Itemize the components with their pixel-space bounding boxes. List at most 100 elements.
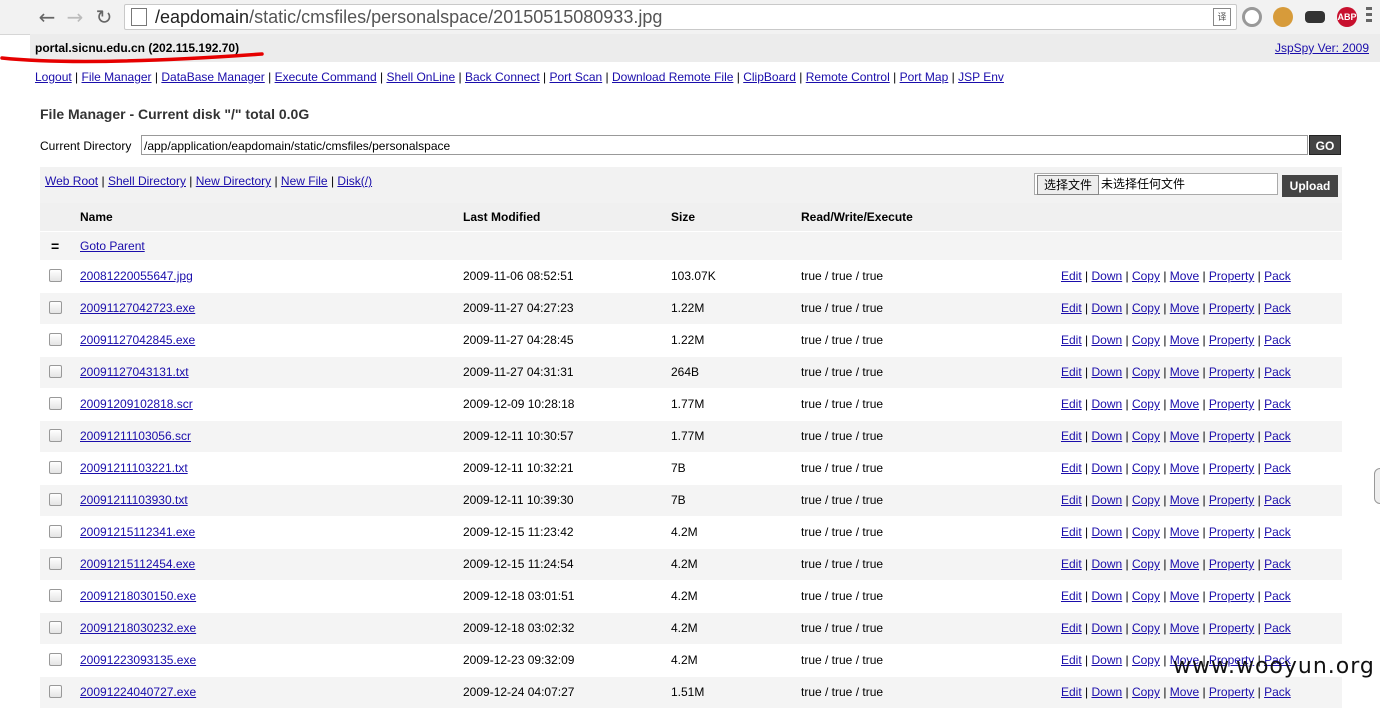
action-property-link[interactable]: Property (1209, 269, 1254, 283)
row-checkbox[interactable] (49, 269, 62, 283)
address-bar[interactable]: /eapdomain/static/cmsfiles/personalspace… (124, 4, 1237, 30)
action-down-link[interactable]: Down (1091, 429, 1122, 443)
action-move-link[interactable]: Move (1170, 557, 1199, 571)
extension-circle-icon[interactable] (1242, 7, 1262, 27)
row-checkbox[interactable] (49, 621, 62, 635)
action-edit-link[interactable]: Edit (1061, 333, 1082, 347)
file-name-link[interactable]: 20091127042845.exe (80, 325, 195, 355)
goto-parent-link[interactable]: Goto Parent (80, 232, 145, 260)
action-move-link[interactable]: Move (1170, 397, 1199, 411)
action-copy-link[interactable]: Copy (1132, 301, 1160, 315)
file-chooser[interactable]: 选择文件 未选择任何文件 (1034, 173, 1278, 195)
back-arrow-icon[interactable]: ← (36, 6, 58, 28)
action-edit-link[interactable]: Edit (1061, 589, 1082, 603)
forward-arrow-icon[interactable]: → (64, 6, 86, 28)
action-edit-link[interactable]: Edit (1061, 397, 1082, 411)
action-down-link[interactable]: Down (1091, 589, 1122, 603)
action-move-link[interactable]: Move (1170, 525, 1199, 539)
action-edit-link[interactable]: Edit (1061, 525, 1082, 539)
action-copy-link[interactable]: Copy (1132, 397, 1160, 411)
row-checkbox[interactable] (49, 429, 62, 443)
row-checkbox[interactable] (49, 653, 62, 667)
file-name-link[interactable]: 20091211103221.txt (80, 453, 188, 483)
action-pack-link[interactable]: Pack (1264, 621, 1291, 635)
action-move-link[interactable]: Move (1170, 685, 1199, 699)
action-property-link[interactable]: Property (1209, 525, 1254, 539)
action-edit-link[interactable]: Edit (1061, 269, 1082, 283)
action-property-link[interactable]: Property (1209, 493, 1254, 507)
action-pack-link[interactable]: Pack (1264, 557, 1291, 571)
nav-file-manager[interactable]: File Manager (82, 70, 152, 84)
nav-jsp-env[interactable]: JSP Env (958, 70, 1004, 84)
action-edit-link[interactable]: Edit (1061, 653, 1082, 667)
action-down-link[interactable]: Down (1091, 397, 1122, 411)
row-checkbox[interactable] (49, 333, 62, 347)
action-down-link[interactable]: Down (1091, 621, 1122, 635)
nav-clipboard[interactable]: ClipBoard (743, 70, 796, 84)
action-copy-link[interactable]: Copy (1132, 685, 1160, 699)
row-checkbox[interactable] (49, 301, 62, 315)
file-name-link[interactable]: 20081220055647.jpg (80, 261, 193, 291)
nav-shell-online[interactable]: Shell OnLine (386, 70, 455, 84)
adblock-icon[interactable]: ABP (1337, 7, 1357, 27)
nav-execute-command[interactable]: Execute Command (275, 70, 377, 84)
row-checkbox[interactable] (49, 461, 62, 475)
action-copy-link[interactable]: Copy (1132, 589, 1160, 603)
action-property-link[interactable]: Property (1209, 333, 1254, 347)
cookie-icon[interactable] (1273, 7, 1293, 27)
shell-directory-link[interactable]: Shell Directory (108, 174, 186, 188)
new-directory-link[interactable]: New Directory (196, 174, 271, 188)
action-copy-link[interactable]: Copy (1132, 365, 1160, 379)
action-move-link[interactable]: Move (1170, 461, 1199, 475)
row-checkbox[interactable] (49, 557, 62, 571)
action-pack-link[interactable]: Pack (1264, 685, 1291, 699)
action-edit-link[interactable]: Edit (1061, 685, 1082, 699)
action-pack-link[interactable]: Pack (1264, 461, 1291, 475)
action-copy-link[interactable]: Copy (1132, 429, 1160, 443)
current-directory-input[interactable]: /app/application/eapdomain/static/cmsfil… (141, 135, 1308, 155)
action-property-link[interactable]: Property (1209, 365, 1254, 379)
row-checkbox[interactable] (49, 397, 62, 411)
action-pack-link[interactable]: Pack (1264, 301, 1291, 315)
file-name-link[interactable]: 20091209102818.scr (80, 389, 193, 419)
translate-icon[interactable]: 译 (1213, 8, 1231, 26)
action-pack-link[interactable]: Pack (1264, 365, 1291, 379)
action-property-link[interactable]: Property (1209, 397, 1254, 411)
file-name-link[interactable]: 20091127042723.exe (80, 293, 195, 323)
mask-icon[interactable] (1305, 11, 1325, 23)
action-down-link[interactable]: Down (1091, 557, 1122, 571)
action-copy-link[interactable]: Copy (1132, 525, 1160, 539)
action-pack-link[interactable]: Pack (1264, 269, 1291, 283)
go-button[interactable]: GO (1309, 135, 1341, 155)
action-edit-link[interactable]: Edit (1061, 429, 1082, 443)
choose-file-button[interactable]: 选择文件 (1037, 175, 1100, 195)
action-property-link[interactable]: Property (1209, 621, 1254, 635)
row-checkbox[interactable] (49, 589, 62, 603)
action-move-link[interactable]: Move (1170, 365, 1199, 379)
file-name-link[interactable]: 20091215112341.exe (80, 517, 195, 547)
action-move-link[interactable]: Move (1170, 429, 1199, 443)
action-down-link[interactable]: Down (1091, 301, 1122, 315)
action-edit-link[interactable]: Edit (1061, 461, 1082, 475)
nav-download-remote-file[interactable]: Download Remote File (612, 70, 733, 84)
file-name-link[interactable]: 20091127043131.txt (80, 357, 189, 387)
row-checkbox[interactable] (49, 493, 62, 507)
action-down-link[interactable]: Down (1091, 461, 1122, 475)
nav-remote-control[interactable]: Remote Control (806, 70, 890, 84)
action-down-link[interactable]: Down (1091, 333, 1122, 347)
upload-button[interactable]: Upload (1282, 175, 1338, 197)
nav-back-connect[interactable]: Back Connect (465, 70, 540, 84)
action-copy-link[interactable]: Copy (1132, 493, 1160, 507)
action-move-link[interactable]: Move (1170, 269, 1199, 283)
nav-database-manager[interactable]: DataBase Manager (161, 70, 264, 84)
file-name-link[interactable]: 20091223093135.exe (80, 645, 196, 675)
action-pack-link[interactable]: Pack (1264, 589, 1291, 603)
version-link[interactable]: JspSpy Ver: 2009 (1275, 41, 1369, 55)
action-move-link[interactable]: Move (1170, 621, 1199, 635)
action-edit-link[interactable]: Edit (1061, 365, 1082, 379)
web-root-link[interactable]: Web Root (45, 174, 98, 188)
action-move-link[interactable]: Move (1170, 333, 1199, 347)
action-pack-link[interactable]: Pack (1264, 493, 1291, 507)
action-pack-link[interactable]: Pack (1264, 333, 1291, 347)
action-copy-link[interactable]: Copy (1132, 621, 1160, 635)
